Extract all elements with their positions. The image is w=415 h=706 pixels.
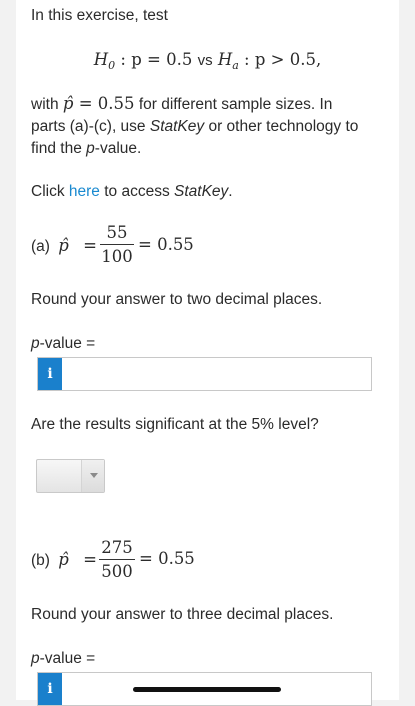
intro-line-3-a: parts (a)-(c), use (31, 118, 150, 135)
significance-question: Are the results significant at the 5% le… (31, 416, 319, 433)
phat-symbol: p̂ (62, 94, 74, 113)
significance-dropdown[interactable] (36, 459, 105, 493)
intro-line-4-a: find the (31, 140, 87, 157)
click-statkey: StatKey (174, 183, 229, 200)
part-b-fraction-bar (99, 559, 135, 560)
part-a-denominator: 100 (101, 247, 133, 266)
part-a-pvalue-input[interactable] (65, 360, 369, 388)
click-line: Click here to access StatKey. (31, 181, 233, 203)
p-italic: p (86, 140, 95, 157)
click-suffix: . (228, 183, 233, 200)
part-a-answer-row: i (37, 357, 372, 391)
part-a-label: (a) (31, 238, 50, 255)
intro-text: In this exercise, test (31, 7, 168, 24)
part-b-phat: p̂ (58, 550, 69, 569)
pvalue-p: p (31, 650, 40, 667)
pvalue-text: -value = (39, 335, 96, 352)
h0-expression: : p = 0.5 (115, 50, 198, 69)
part-a-numerator: 55 (106, 223, 128, 242)
hypothesis-statement: H0 : p = 0.5 vs Ha : p > 0.5, (16, 48, 399, 78)
with-text: with (31, 96, 59, 113)
pvalue-text: -value = (39, 650, 96, 667)
part-b-denominator: 500 (101, 562, 133, 581)
home-indicator[interactable] (133, 687, 281, 692)
part-a-equals: = (83, 236, 97, 255)
info-icon[interactable]: i (38, 358, 62, 390)
part-a-pvalue-label: p-value = (31, 333, 95, 355)
part-a-label-line: (a) p̂ = (31, 236, 97, 256)
ha-expression: : p > 0.5, (238, 50, 322, 69)
chevron-down-icon (90, 473, 98, 478)
part-a-fraction: 55 100 (100, 223, 134, 266)
info-icon[interactable]: i (38, 673, 62, 705)
part-b-equals: = (83, 550, 97, 569)
part-b-round-instruction: Round your answer to three decimal place… (31, 606, 334, 623)
part-a-fraction-bar (100, 244, 134, 245)
intro-line-4-b: -value. (94, 140, 142, 157)
intro-line-3-b: or other technology to (204, 118, 359, 135)
ha-symbol: H (212, 50, 233, 69)
statkey-text: StatKey (149, 118, 205, 135)
phat-value: = 0.55 (73, 94, 135, 113)
click-middle: to access (99, 183, 175, 200)
part-b-pvalue-label: p-value = (31, 648, 95, 670)
part-b-fraction: 275 500 (99, 538, 135, 581)
part-b-result: = 0.55 (139, 549, 195, 568)
part-b-label: (b) (31, 552, 50, 569)
dropdown-arrow-box[interactable] (81, 460, 104, 492)
part-b-numerator: 275 (101, 538, 133, 557)
part-b-label-line: (b) p̂ = (31, 550, 97, 570)
intro-line-2-rest: for different sample sizes. In (134, 96, 333, 113)
statkey-link[interactable]: here (69, 183, 100, 200)
part-a-round-instruction: Round your answer to two decimal places. (31, 291, 323, 308)
click-prefix: Click (31, 183, 69, 200)
intro-line-1: In this exercise, test (31, 5, 168, 27)
part-a-result: = 0.55 (138, 235, 194, 254)
h0-symbol: H (93, 50, 109, 69)
vs-text: vs (197, 52, 213, 69)
part-a-phat: p̂ (58, 236, 69, 255)
intro-paragraph: with p̂ = 0.55 for different sample size… (31, 93, 391, 160)
pvalue-p: p (31, 335, 40, 352)
problem-card: In this exercise, test H0 : p = 0.5 vs H… (16, 0, 399, 706)
